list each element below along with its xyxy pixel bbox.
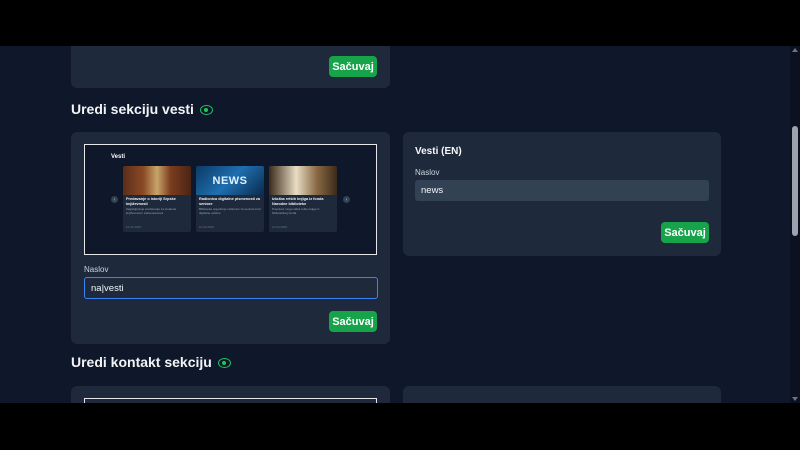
news-card-desc: Biblioteka organizuje radionice za senio…	[199, 206, 261, 215]
previous-section-card: Sačuvaj	[71, 46, 390, 88]
news-card[interactable]: Predavanje o istoriji Srpske književnost…	[123, 166, 191, 232]
news-card[interactable]: Izložba retkih knjiga iz fonda Narodne b…	[269, 166, 337, 232]
scrollbar-thumb[interactable]	[792, 126, 798, 236]
scroll-up-arrow-icon[interactable]	[792, 48, 798, 52]
en-title-input[interactable]: news	[415, 180, 709, 201]
news-card-image	[123, 166, 191, 195]
news-card-title: Izložba retkih knjiga iz fonda Narodne b…	[272, 197, 324, 206]
news-preview: Vesti ‹ › Predavanje o istoriji Srpske k…	[84, 144, 377, 255]
news-card-date: 10.02.2025	[272, 225, 288, 229]
page-viewport: Sačuvaj Uredi sekciju vesti Vesti ‹ › Pr…	[0, 46, 790, 403]
news-card-date: 10.02.2025	[199, 225, 215, 229]
contact-en-card	[403, 386, 721, 403]
eye-icon[interactable]	[217, 358, 231, 368]
vertical-scrollbar[interactable]	[790, 46, 800, 403]
contact-preview-frame	[84, 398, 377, 403]
news-card-title: Radionica digitalne pismenosti za senior…	[199, 197, 260, 206]
news-en-card: Vesti (EN) Naslov news Sačuvaj	[403, 132, 721, 256]
title-field-label: Naslov	[84, 265, 109, 274]
save-button[interactable]: Sačuvaj	[661, 222, 709, 243]
contact-edit-card	[71, 386, 390, 403]
en-title-field-label: Naslov	[415, 168, 440, 177]
news-card-desc: Zaglavljivanje predavanja za studente kn…	[126, 206, 177, 215]
news-card-image	[269, 166, 337, 195]
section-title-contact: Uredi kontakt sekciju	[71, 354, 231, 370]
section-title-news: Uredi sekciju vesti	[71, 101, 213, 117]
save-button[interactable]: Sačuvaj	[329, 56, 377, 77]
preview-title: Vesti	[111, 154, 126, 160]
title-input[interactable]: na|vesti	[84, 277, 378, 299]
news-card-date: 10.02.2025	[126, 225, 142, 229]
news-card[interactable]: NEWS Radionica digitalne pismenosti za s…	[196, 166, 264, 232]
scroll-down-arrow-icon[interactable]	[792, 397, 798, 401]
news-card-desc: Posetioci mogu videti retke knjige iz bi…	[272, 206, 320, 215]
news-en-title: Vesti (EN)	[415, 146, 462, 157]
section-title-contact-text: Uredi kontakt sekciju	[71, 354, 212, 370]
save-button[interactable]: Sačuvaj	[329, 311, 377, 332]
news-card-image: NEWS	[196, 166, 264, 195]
section-title-news-text: Uredi sekciju vesti	[71, 101, 194, 117]
eye-icon[interactable]	[199, 105, 213, 115]
news-badge-text: NEWS	[212, 174, 248, 187]
news-card-title: Predavanje o istoriji Srpske književnost…	[126, 197, 176, 206]
chevron-right-icon[interactable]: ›	[343, 196, 350, 203]
chevron-left-icon[interactable]: ‹	[111, 196, 118, 203]
